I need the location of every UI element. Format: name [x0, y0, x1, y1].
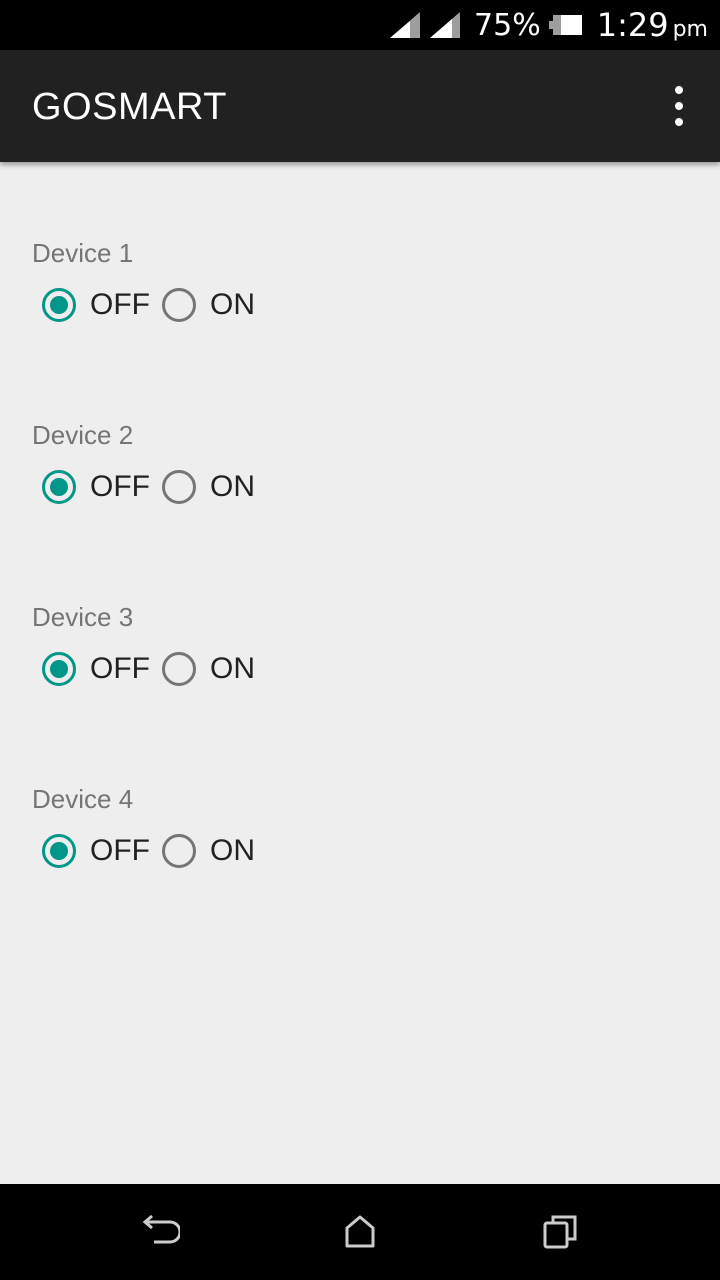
device-2-on-radio[interactable]: [162, 470, 196, 504]
device-3-group: Device 3 OFF ON: [32, 602, 632, 722]
signal-icon: [430, 12, 461, 38]
app-title: GOSMART: [32, 86, 227, 128]
home-icon[interactable]: [340, 1212, 380, 1252]
device-4-on-radio[interactable]: [162, 834, 196, 868]
off-label[interactable]: OFF: [90, 652, 150, 686]
off-label[interactable]: OFF: [90, 288, 150, 322]
device-2-off-radio[interactable]: [42, 470, 76, 504]
on-label[interactable]: ON: [210, 470, 255, 504]
device-2-group: Device 2 OFF ON: [32, 420, 632, 540]
device-2-radio-group: OFF ON: [42, 462, 267, 512]
device-1-on-radio[interactable]: [162, 288, 196, 322]
device-label: Device 1: [32, 238, 134, 268]
recents-icon[interactable]: [540, 1212, 580, 1252]
on-label[interactable]: ON: [210, 288, 255, 322]
on-label[interactable]: ON: [210, 834, 255, 868]
device-1-group: Device 1 OFF ON: [32, 238, 632, 358]
device-label: Device 2: [32, 420, 134, 450]
device-4-group: Device 4 OFF ON: [32, 784, 632, 904]
app-bar: GOSMART: [0, 50, 720, 162]
off-label[interactable]: OFF: [90, 834, 150, 868]
device-4-radio-group: OFF ON: [42, 826, 267, 876]
navigation-bar: [0, 1184, 720, 1280]
device-3-radio-group: OFF ON: [42, 644, 267, 694]
clock-ampm: pm: [672, 16, 708, 42]
back-icon[interactable]: [140, 1212, 180, 1252]
device-label: Device 4: [32, 784, 134, 814]
battery-icon: [548, 15, 582, 35]
off-label[interactable]: OFF: [90, 470, 150, 504]
device-3-on-radio[interactable]: [162, 652, 196, 686]
battery-percent: 75%: [474, 7, 541, 43]
device-label: Device 3: [32, 602, 134, 632]
status-bar: 75% 1:29 pm: [0, 0, 720, 50]
overflow-menu-icon[interactable]: [668, 86, 690, 126]
clock-time: 1:29: [596, 6, 669, 44]
device-3-off-radio[interactable]: [42, 652, 76, 686]
device-1-radio-group: OFF ON: [42, 280, 267, 330]
on-label[interactable]: ON: [210, 652, 255, 686]
device-1-off-radio[interactable]: [42, 288, 76, 322]
signal-icon: [390, 12, 421, 38]
device-list: Device 1 OFF ON Device 2 OFF ON Device 3…: [0, 162, 720, 1184]
status-icons: 75% 1:29 pm: [388, 0, 708, 50]
device-4-off-radio[interactable]: [42, 834, 76, 868]
